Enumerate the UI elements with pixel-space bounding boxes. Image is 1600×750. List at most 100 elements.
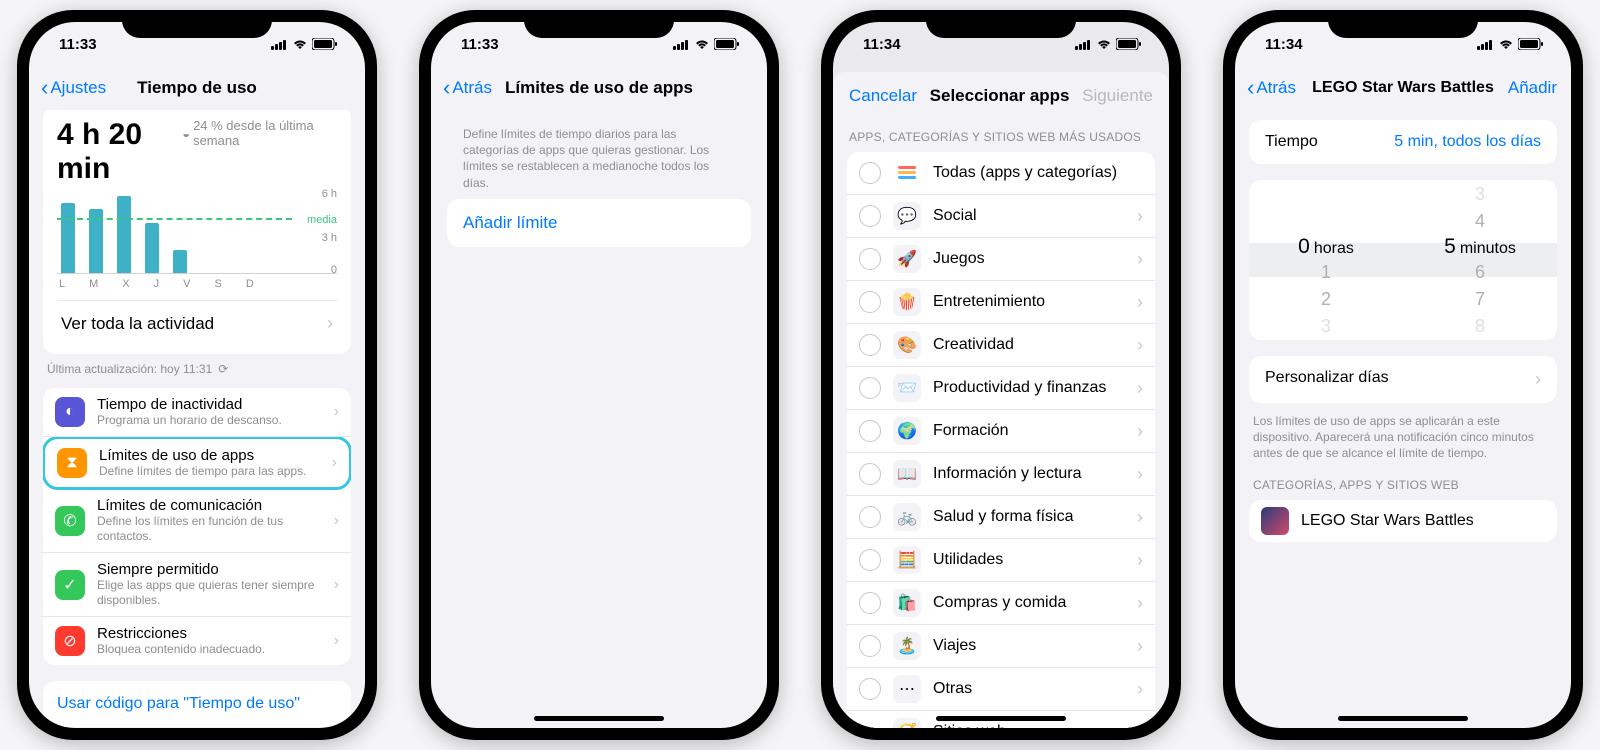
radio[interactable] xyxy=(859,635,881,657)
notch xyxy=(926,10,1076,38)
chevron-right-icon: › xyxy=(1137,679,1143,700)
add-limit-button[interactable]: Añadir límite xyxy=(447,199,751,247)
radio[interactable] xyxy=(859,162,881,184)
status-time: 11:34 xyxy=(863,36,901,53)
nav-bar: ‹ Atrás LEGO Star Wars Battles Añadir xyxy=(1235,66,1571,110)
battery-icon xyxy=(1518,38,1543,50)
row-app-limits[interactable]: ⧗ Límites de uso de apps Define límites … xyxy=(45,439,349,487)
cat-education[interactable]: 🌍Formación› xyxy=(847,410,1155,453)
signal-icon xyxy=(673,39,690,50)
globe-icon: 🌍 xyxy=(893,417,921,445)
arrow-up-icon: ◒ xyxy=(182,126,190,141)
row-restrictions[interactable]: ⊘ Restricciones Bloquea contenido inadec… xyxy=(43,617,351,665)
avg-line xyxy=(57,218,292,220)
downtime-icon: ◐ xyxy=(55,397,85,427)
radio[interactable] xyxy=(859,506,881,528)
paperplane-icon: 📨 xyxy=(893,374,921,402)
customize-days-row[interactable]: Personalizar días › xyxy=(1249,356,1557,403)
radio[interactable] xyxy=(859,592,881,614)
row-downtime[interactable]: ◐ Tiempo de inactividad Programa un hora… xyxy=(43,388,351,437)
x-axis: L M X J V S D xyxy=(57,278,337,290)
cat-information[interactable]: 📖Información y lectura› xyxy=(847,453,1155,496)
chevron-right-icon: › xyxy=(1137,292,1143,313)
rocket-icon: 🚀 xyxy=(893,245,921,273)
back-label: Ajustes xyxy=(50,78,106,98)
wifi-icon xyxy=(1498,39,1514,50)
bar-L xyxy=(61,203,75,273)
wifi-icon xyxy=(1096,39,1112,50)
hours-column[interactable]: · · 0horas 1 2 3 xyxy=(1249,180,1403,340)
bar-chart xyxy=(57,194,337,274)
radio[interactable] xyxy=(859,377,881,399)
cancel-button[interactable]: Cancelar xyxy=(849,86,917,106)
chevron-right-icon: › xyxy=(1137,507,1143,528)
next-button[interactable]: Siguiente xyxy=(1082,86,1153,106)
usage-card: 4 h 20 min ◒ 24 % desde la última semana xyxy=(43,110,351,354)
bar-X xyxy=(117,196,131,273)
y-tick-6h: 6 h xyxy=(322,188,337,200)
bike-icon: 🚲 xyxy=(893,503,921,531)
see-all-activity[interactable]: Ver toda la actividad › xyxy=(57,301,337,346)
chevron-right-icon: › xyxy=(1137,464,1143,485)
back-button[interactable]: ‹ Atrás xyxy=(443,77,492,99)
app-icon-lego xyxy=(1261,507,1289,535)
radio[interactable] xyxy=(859,334,881,356)
page-title: LEGO Star Wars Battles xyxy=(1312,79,1494,97)
time-picker[interactable]: · · 0horas 1 2 3 3 4 5minutos 6 7 8 xyxy=(1249,180,1557,340)
signal-icon xyxy=(271,39,288,50)
status-time: 11:33 xyxy=(461,36,499,53)
radio[interactable] xyxy=(859,678,881,700)
back-button[interactable]: ‹ Ajustes xyxy=(41,77,106,99)
cat-games[interactable]: 🚀Juegos› xyxy=(847,238,1155,281)
radio[interactable] xyxy=(859,205,881,227)
hourglass-icon: ⧗ xyxy=(57,448,87,478)
home-indicator[interactable] xyxy=(1338,716,1468,721)
minutes-column[interactable]: 3 4 5minutos 6 7 8 xyxy=(1403,180,1557,340)
description: Define límites de tiempo diarios para la… xyxy=(463,126,735,191)
cat-social[interactable]: 💬Social› xyxy=(847,195,1155,238)
chevron-right-icon: › xyxy=(1137,378,1143,399)
y-tick-3h: 3 h xyxy=(322,232,337,244)
notch xyxy=(1328,10,1478,38)
use-passcode-link[interactable]: Usar código para "Tiempo de uso" xyxy=(43,681,351,727)
category-list: Todas (apps y categorías) 💬Social› 🚀Jueg… xyxy=(847,152,1155,728)
home-indicator[interactable] xyxy=(534,716,664,721)
person-bubble-icon: ✆ xyxy=(55,506,85,536)
cat-productivity[interactable]: 📨Productividad y finanzas› xyxy=(847,367,1155,410)
signal-icon xyxy=(1477,39,1494,50)
back-button[interactable]: ‹ Atrás xyxy=(1247,77,1296,99)
cat-all[interactable]: Todas (apps y categorías) xyxy=(847,152,1155,195)
signal-icon xyxy=(1075,39,1092,50)
radio[interactable] xyxy=(859,291,881,313)
chevron-right-icon: › xyxy=(1535,369,1541,390)
chevron-right-icon: › xyxy=(332,454,337,472)
selected-app-row[interactable]: LEGO Star Wars Battles xyxy=(1249,500,1557,542)
cat-shopping[interactable]: 🛍️Compras y comida› xyxy=(847,582,1155,625)
wifi-icon xyxy=(292,39,308,50)
radio[interactable] xyxy=(859,420,881,442)
status-right xyxy=(1477,38,1543,50)
home-indicator[interactable] xyxy=(936,716,1066,721)
time-value: 5 min, todos los días xyxy=(1394,133,1541,151)
section-header: APPS, CATEGORÍAS Y SITIOS WEB MÁS USADOS xyxy=(849,130,1153,144)
cat-health[interactable]: 🚲Salud y forma física› xyxy=(847,496,1155,539)
cat-travel[interactable]: 🏝️Viajes› xyxy=(847,625,1155,668)
time-summary-row[interactable]: Tiempo 5 min, todos los días xyxy=(1249,120,1557,164)
cat-other[interactable]: ⋯Otras› xyxy=(847,668,1155,711)
info-text: Los límites de uso de apps se aplicarán … xyxy=(1253,413,1553,462)
highlight-app-limits: ⧗ Límites de uso de apps Define límites … xyxy=(43,436,351,490)
cat-utilities[interactable]: 🧮Utilidades› xyxy=(847,539,1155,582)
social-icon: 💬 xyxy=(893,202,921,230)
add-button[interactable]: Añadir xyxy=(1508,78,1557,98)
cat-creativity[interactable]: 🎨Creatividad› xyxy=(847,324,1155,367)
battery-icon xyxy=(312,38,337,50)
radio[interactable] xyxy=(859,549,881,571)
radio[interactable] xyxy=(859,248,881,270)
chevron-right-icon: › xyxy=(1137,636,1143,657)
row-communication-limits[interactable]: ✆ Límites de comunicación Define los lím… xyxy=(43,489,351,553)
checkmark-icon: ✓ xyxy=(55,570,85,600)
calc-icon: 🧮 xyxy=(893,546,921,574)
row-always-allowed[interactable]: ✓ Siempre permitido Elige las apps que q… xyxy=(43,553,351,617)
cat-entertainment[interactable]: 🍿Entretenimiento› xyxy=(847,281,1155,324)
radio[interactable] xyxy=(859,463,881,485)
